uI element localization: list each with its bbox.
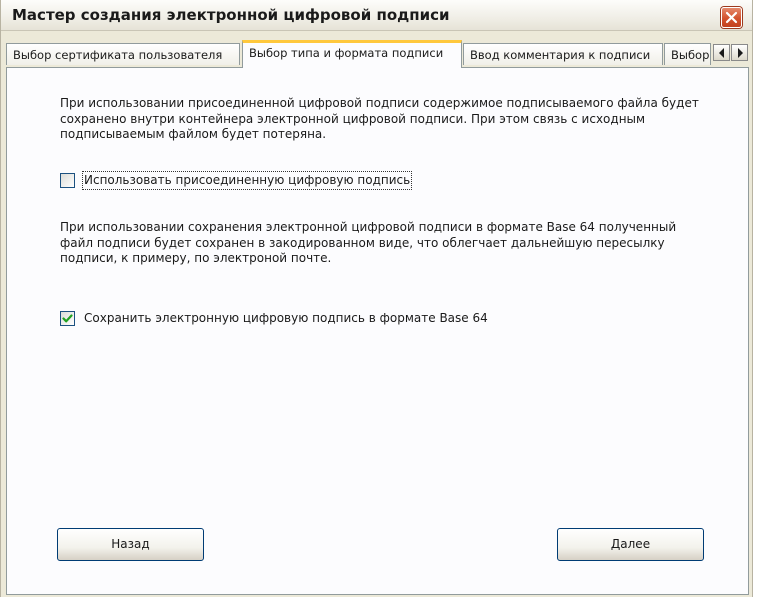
chevron-right-icon bbox=[738, 48, 743, 58]
attached-signature-description: При использовании присоединенной цифрово… bbox=[60, 96, 699, 141]
title-bar: Мастер создания электронной цифровой под… bbox=[1, 0, 752, 31]
base64-checkbox-row[interactable]: Сохранить электронную цифровую подпись в… bbox=[60, 311, 500, 328]
close-button[interactable] bbox=[721, 7, 742, 28]
checkmark-icon bbox=[62, 314, 73, 323]
tab-label: Ввод комментария к подписи bbox=[470, 48, 651, 62]
tab-panel: При использовании присоединенной цифрово… bbox=[6, 67, 749, 595]
tab-label: Выбор bbox=[671, 48, 710, 62]
attached-signature-checkbox[interactable] bbox=[60, 173, 75, 188]
tab-scroll-right-button[interactable] bbox=[731, 44, 748, 61]
attached-signature-checkbox-row[interactable]: Использовать присоединенную цифровую под… bbox=[60, 171, 420, 190]
base64-checkbox-label[interactable]: Сохранить электронную цифровую подпись в… bbox=[84, 311, 488, 326]
base64-description: При использовании сохранения электронной… bbox=[60, 220, 677, 265]
tab-comment-input[interactable]: Ввод комментария к подписи bbox=[463, 43, 663, 65]
tab-certificate-selection[interactable]: Выбор сертификата пользователя bbox=[6, 43, 240, 65]
wizard-window: Мастер создания электронной цифровой под… bbox=[0, 0, 753, 597]
tab-partial[interactable]: Выбор bbox=[664, 43, 711, 65]
window-title: Мастер создания электронной цифровой под… bbox=[12, 6, 450, 24]
tab-strip: Выбор сертификата пользователя Выбор тип… bbox=[6, 40, 752, 68]
tab-label: Выбор типа и формата подписи bbox=[249, 46, 444, 60]
attached-signature-checkbox-label[interactable]: Использовать присоединенную цифровую под… bbox=[81, 171, 413, 190]
chevron-left-icon bbox=[719, 48, 724, 58]
next-button[interactable]: Далее bbox=[557, 528, 704, 561]
tab-scroll-left-button[interactable] bbox=[713, 44, 730, 61]
tab-scroll-arrows bbox=[713, 44, 749, 62]
tab-label: Выбор сертификата пользователя bbox=[13, 48, 223, 62]
back-button[interactable]: Назад bbox=[57, 528, 204, 561]
tab-signature-type-format[interactable]: Выбор типа и формата подписи bbox=[242, 40, 462, 68]
base64-checkbox[interactable] bbox=[60, 311, 75, 326]
close-x-icon bbox=[725, 11, 738, 24]
